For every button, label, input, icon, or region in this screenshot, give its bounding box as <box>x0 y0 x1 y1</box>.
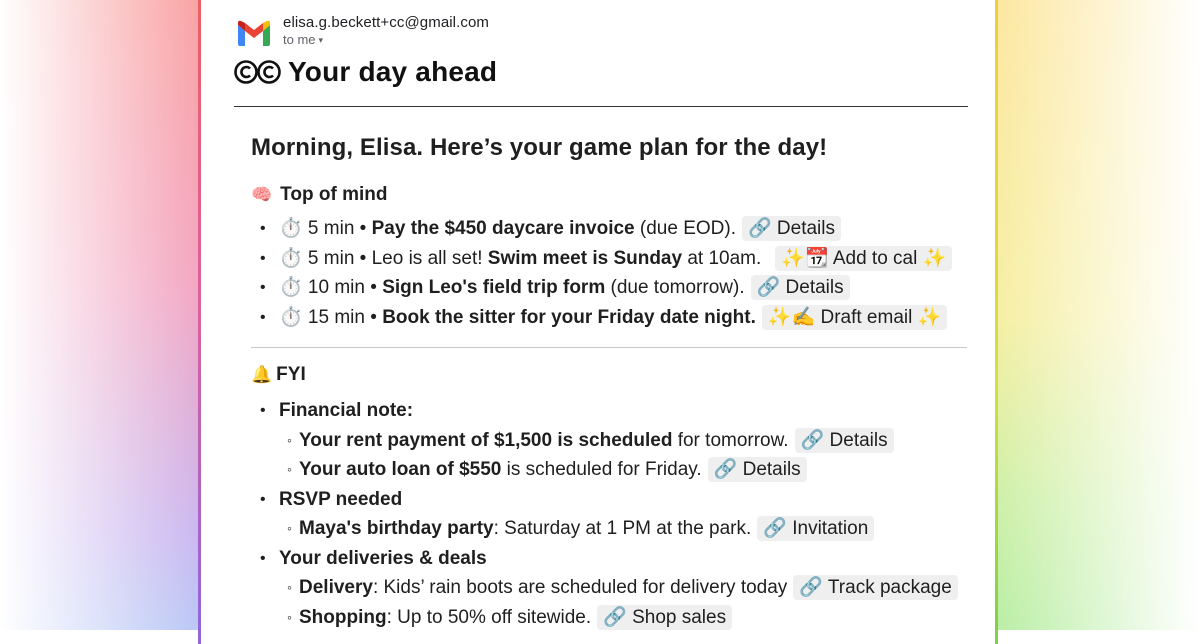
item-bold: Shopping <box>299 606 387 628</box>
financial-sublist: Your rent payment of $1,500 is scheduled… <box>279 426 971 485</box>
track-package-chip[interactable]: 🔗 Track package <box>793 575 958 601</box>
email-card: elisa.g.beckett+cc@gmail.com to me ▾ Your… <box>198 0 998 644</box>
title-divider <box>234 106 968 107</box>
shop-sales-chip[interactable]: 🔗 Shop sales <box>597 604 733 630</box>
details-chip-field-trip[interactable]: 🔗 Details <box>750 275 850 301</box>
sender-email: elisa.g.beckett+cc@gmail.com <box>283 14 490 31</box>
details-chip-daycare[interactable]: 🔗 Details <box>741 216 841 241</box>
email-title: Your day ahead <box>288 56 498 87</box>
deliveries-sublist: Delivery: Kids’ rain boots are scheduled… <box>279 573 971 633</box>
group-title: Your deliveries & deals <box>279 547 487 569</box>
item-rest: at 10am. <box>682 247 762 269</box>
item-bold: Sign Leo's field trip form <box>382 277 606 299</box>
item-prefix: ⏱️ 5 min • <box>279 218 372 239</box>
recipient-toggle[interactable]: to me ▾ <box>283 32 489 47</box>
gmail-logo-icon <box>238 20 270 46</box>
right-gradient-backdrop <box>995 0 1200 630</box>
list-item: Delivery: Kids’ rain boots are scheduled… <box>279 573 971 603</box>
item-prefix: ⏱️ 10 min • <box>279 277 383 299</box>
greeting: Morning, Elisa. Here’s your game plan fo… <box>251 134 828 161</box>
section-divider <box>251 347 967 349</box>
email-body: Morning, Elisa. Here’s your game plan fo… <box>251 134 971 633</box>
cc-logo-icon <box>234 60 281 84</box>
group-title: Financial note: <box>279 400 414 422</box>
top-of-mind-heading: 🧠 Top of mind <box>251 184 971 206</box>
fyi-list: Financial note: Your rent payment of $1,… <box>251 396 971 633</box>
item-rest: (due EOD). <box>634 218 736 239</box>
draft-email-chip[interactable]: ✨✍️ Draft email ✨ <box>761 304 948 330</box>
invitation-chip[interactable]: 🔗 Invitation <box>757 516 875 542</box>
list-item: ⏱️ 5 min • Leo is all set! Swim meet is … <box>251 244 971 274</box>
fyi-group-deliveries: Your deliveries & deals Delivery: Kids’ … <box>251 544 971 633</box>
add-to-cal-chip[interactable]: ✨📆 Add to cal ✨ <box>775 245 953 271</box>
top-of-mind-list: ⏱️ 5 min • Pay the $450 daycare invoice … <box>251 214 971 332</box>
brain-icon: 🧠 <box>251 185 273 204</box>
item-prefix: ⏱️ 15 min • <box>279 306 383 328</box>
item-bold: Your rent payment of $1,500 is scheduled <box>299 429 673 451</box>
caret-down-icon[interactable]: ▾ <box>319 35 324 45</box>
item-prefix: ⏱️ 5 min • Leo is all set! <box>279 247 488 269</box>
sender-header: elisa.g.beckett+cc@gmail.com to me ▾ <box>236 14 489 47</box>
item-rest: is scheduled for Friday. <box>501 459 702 481</box>
fyi-label: FYI <box>276 364 306 386</box>
list-item: Your auto loan of $550 is scheduled for … <box>279 455 971 485</box>
item-rest: : Up to 50% off sitewide. <box>386 606 592 628</box>
item-rest: for tomorrow. <box>672 429 789 451</box>
top-of-mind-label: Top of mind <box>280 184 388 205</box>
recipient-label: to me <box>283 32 316 47</box>
left-gradient-backdrop <box>0 0 205 630</box>
item-rest: (due tomorrow). <box>605 277 745 299</box>
item-bold: Maya's birthday party <box>299 518 494 540</box>
title-row: Your day ahead <box>234 56 497 88</box>
item-bold: Swim meet is Sunday <box>487 247 683 269</box>
rsvp-sublist: Maya's birthday party: Saturday at 1 PM … <box>279 514 971 544</box>
details-chip-rent[interactable]: 🔗 Details <box>794 427 894 453</box>
item-rest: : Saturday at 1 PM at the park. <box>493 518 752 540</box>
details-chip-auto-loan[interactable]: 🔗 Details <box>707 457 807 483</box>
list-item: Your rent payment of $1,500 is scheduled… <box>279 426 971 456</box>
list-item: ⏱️ 5 min • Pay the $450 daycare invoice … <box>251 214 971 244</box>
fyi-group-financial: Financial note: Your rent payment of $1,… <box>251 396 971 485</box>
fyi-group-rsvp: RSVP needed Maya's birthday party: Satur… <box>251 485 971 544</box>
group-title: RSVP needed <box>279 488 403 510</box>
item-bold: Delivery <box>299 577 373 599</box>
list-item: Shopping: Up to 50% off sitewide.🔗 Shop … <box>279 603 971 633</box>
item-bold: Book the sitter for your Friday date nig… <box>382 306 756 328</box>
item-rest: : Kids’ rain boots are scheduled for del… <box>372 577 788 599</box>
item-bold: Pay the $450 daycare invoice <box>371 218 635 239</box>
list-item: ⏱️ 15 min • Book the sitter for your Fri… <box>251 303 971 333</box>
list-item: Maya's birthday party: Saturday at 1 PM … <box>279 514 971 544</box>
fyi-heading: 🔔 FYI <box>251 364 971 386</box>
list-item: ⏱️ 10 min • Sign Leo's field trip form (… <box>251 273 971 303</box>
item-bold: Your auto loan of $550 <box>299 459 502 481</box>
bell-icon: 🔔 <box>251 365 273 385</box>
